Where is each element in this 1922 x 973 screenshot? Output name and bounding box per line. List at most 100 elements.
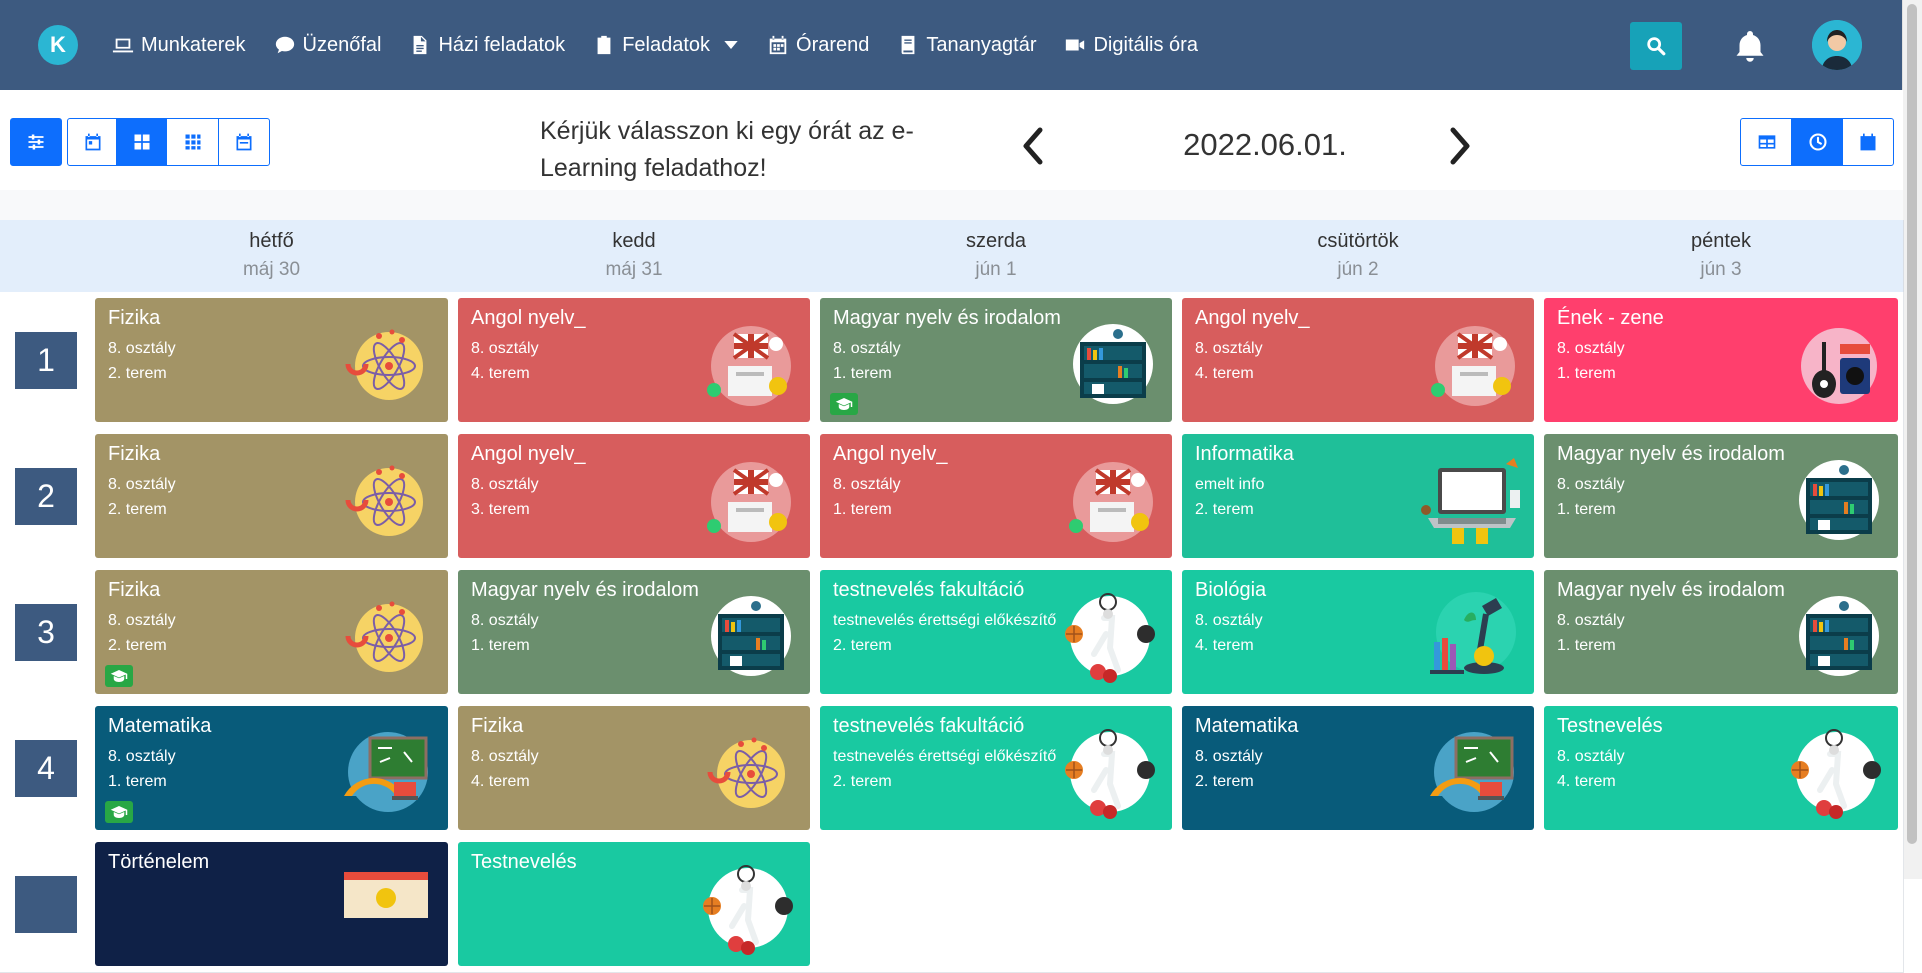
- nav-item-hazi-feladatok[interactable]: Házi feladatok: [409, 34, 565, 57]
- notifications-button[interactable]: [1730, 26, 1770, 66]
- time-layout-button[interactable]: [1791, 118, 1844, 166]
- lesson-subject: Magyar nyelv és irodalom: [471, 579, 699, 601]
- lesson-card[interactable]: Angol nyelv_ 8. osztály 4. terem: [1182, 298, 1534, 422]
- day-date: jún 3: [1700, 259, 1742, 280]
- lesson-card[interactable]: testnevelés fakultáció testnevelés éretts…: [820, 570, 1172, 694]
- day-date: jún 1: [975, 259, 1017, 280]
- user-avatar[interactable]: [1812, 20, 1862, 70]
- lesson-room: 1. terem: [108, 773, 167, 790]
- nav-label: Üzenőfal: [302, 33, 382, 56]
- lesson-card[interactable]: Matematika 8. osztály 2. terem: [1182, 706, 1534, 830]
- previous-day-arrow[interactable]: [1018, 126, 1048, 166]
- lesson-subject: Matematika: [108, 715, 212, 737]
- english-flag-illustration: [1058, 450, 1158, 550]
- day-view-button[interactable]: [67, 118, 118, 166]
- lesson-card[interactable]: Testnevelés 8. osztály 4. terem: [1544, 706, 1898, 830]
- day-name: péntek: [1690, 230, 1752, 252]
- main-nav: Munkaterek Üzenőfal Házi feladatok Felad…: [112, 0, 1198, 90]
- lesson-card[interactable]: Magyar nyelv és irodalom 8. osztály 1. ter…: [458, 570, 810, 694]
- period-number: 4: [15, 740, 77, 797]
- calendar-layout-button[interactable]: [1842, 118, 1894, 166]
- lesson-room: 1. terem: [471, 637, 530, 654]
- nav-label: Tananyagtár: [926, 33, 1037, 56]
- day-name: kedd: [612, 230, 656, 252]
- lesson-card[interactable]: Informatika emelt info 2. terem: [1182, 434, 1534, 558]
- lesson-subject: Testnevelés: [1557, 715, 1663, 737]
- lesson-card[interactable]: Matematika 8. osztály 1. terem: [95, 706, 448, 830]
- lesson-card[interactable]: Történelem: [95, 842, 448, 966]
- day-header: kedd máj 31: [453, 220, 816, 293]
- nav-item-orarend[interactable]: Órarend: [767, 34, 869, 57]
- day-header: csütörtök jún 2: [1177, 220, 1540, 293]
- lesson-card[interactable]: Fizika 8. osztály 2. terem: [95, 434, 448, 558]
- lesson-subject: Fizika: [108, 307, 161, 329]
- lesson-card[interactable]: Fizika 8. osztály 2. terem: [95, 570, 448, 694]
- lesson-class: 8. osztály: [1557, 340, 1625, 357]
- lesson-card[interactable]: Magyar nyelv és irodalom 8. osztály 1. ter…: [1544, 570, 1898, 694]
- sports-illustration: [1058, 586, 1158, 686]
- lesson-class: 8. osztály: [1557, 612, 1625, 629]
- period-number: 1: [15, 332, 77, 389]
- physics-atom-illustration: [696, 722, 796, 822]
- lesson-card[interactable]: Angol nyelv_ 8. osztály 4. terem: [458, 298, 810, 422]
- nav-item-feladatok[interactable]: Feladatok: [593, 34, 739, 57]
- search-icon: [1647, 37, 1666, 56]
- search-button[interactable]: [1630, 22, 1682, 70]
- week-view-button[interactable]: [116, 118, 168, 166]
- lesson-card[interactable]: Angol nyelv_ 8. osztály 1. terem: [820, 434, 1172, 558]
- logo-letter: K: [50, 32, 66, 57]
- lesson-subject: Magyar nyelv és irodalom: [1557, 443, 1785, 465]
- lesson-subject: testnevelés fakultáció: [833, 715, 1025, 737]
- day-name: szerda: [965, 230, 1027, 252]
- video-icon: [1066, 39, 1085, 51]
- nav-item-munkaterek[interactable]: Munkaterek: [112, 34, 246, 57]
- microscope-illustration: [1420, 586, 1520, 686]
- bookshelf-illustration: [1784, 450, 1884, 550]
- lesson-card[interactable]: Magyar nyelv és irodalom 8. osztály 1. ter…: [820, 298, 1172, 422]
- lesson-room: 4. terem: [471, 773, 530, 790]
- lesson-class: 8. osztály: [471, 476, 539, 493]
- agenda-view-button[interactable]: [218, 118, 270, 166]
- lesson-room: 1. terem: [1557, 365, 1616, 382]
- lesson-subject: Angol nyelv_: [471, 307, 586, 329]
- page-scrollbar[interactable]: [1902, 0, 1922, 879]
- period-number: 3: [15, 604, 77, 661]
- app-logo[interactable]: K: [38, 25, 78, 65]
- lesson-room: 1. terem: [833, 365, 892, 382]
- calendar-icon: [769, 35, 787, 55]
- bell-icon: [1736, 31, 1764, 62]
- bookshelf-illustration: [1058, 314, 1158, 414]
- top-navbar: K Munkaterek Üzenőfal Házi feladatok Fel…: [0, 0, 1903, 90]
- filter-settings-button[interactable]: [10, 118, 62, 166]
- lesson-card[interactable]: Ének - zene 8. osztály 1. terem: [1544, 298, 1898, 422]
- lesson-card[interactable]: Fizika 8. osztály 2. terem: [95, 298, 448, 422]
- month-view-button[interactable]: [166, 118, 220, 166]
- lesson-room: 1. terem: [1557, 637, 1616, 654]
- grid-large-icon: [134, 134, 150, 150]
- timetable-layout-button[interactable]: [1740, 118, 1793, 166]
- lesson-subject: Fizika: [108, 443, 161, 465]
- lesson-subject: Informatika: [1195, 443, 1294, 465]
- clock-icon: [1808, 133, 1827, 151]
- caret-down-icon: [724, 41, 738, 49]
- lesson-class: 8. osztály: [1195, 340, 1263, 357]
- nav-item-digitalis-ora[interactable]: Digitális óra: [1064, 34, 1198, 57]
- nav-item-tananyagtar[interactable]: Tananyagtár: [897, 34, 1036, 57]
- sliders-icon: [28, 134, 44, 150]
- lesson-card[interactable]: testnevelés fakultáció testnevelés éretts…: [820, 706, 1172, 830]
- lesson-card[interactable]: Magyar nyelv és irodalom 8. osztály 1. ter…: [1544, 434, 1898, 558]
- book-icon: [901, 35, 915, 55]
- lesson-card[interactable]: Biológia 8. osztály 4. terem: [1182, 570, 1534, 694]
- lesson-card[interactable]: Angol nyelv_ 8. osztály 3. terem: [458, 434, 810, 558]
- calendar-list-icon: [236, 133, 252, 151]
- lesson-card[interactable]: Fizika 8. osztály 4. terem: [458, 706, 810, 830]
- next-day-arrow[interactable]: [1445, 126, 1475, 166]
- lesson-card[interactable]: Testnevelés: [458, 842, 810, 966]
- day-date: máj 31: [605, 259, 663, 280]
- lesson-room: 2. terem: [833, 637, 892, 654]
- scrollbar-thumb[interactable]: [1907, 4, 1917, 844]
- english-flag-illustration: [1420, 314, 1520, 414]
- lesson-room: 2. terem: [1195, 501, 1254, 518]
- nav-item-uzenofal[interactable]: Üzenőfal: [274, 33, 382, 57]
- lesson-room: 4. terem: [1557, 773, 1616, 790]
